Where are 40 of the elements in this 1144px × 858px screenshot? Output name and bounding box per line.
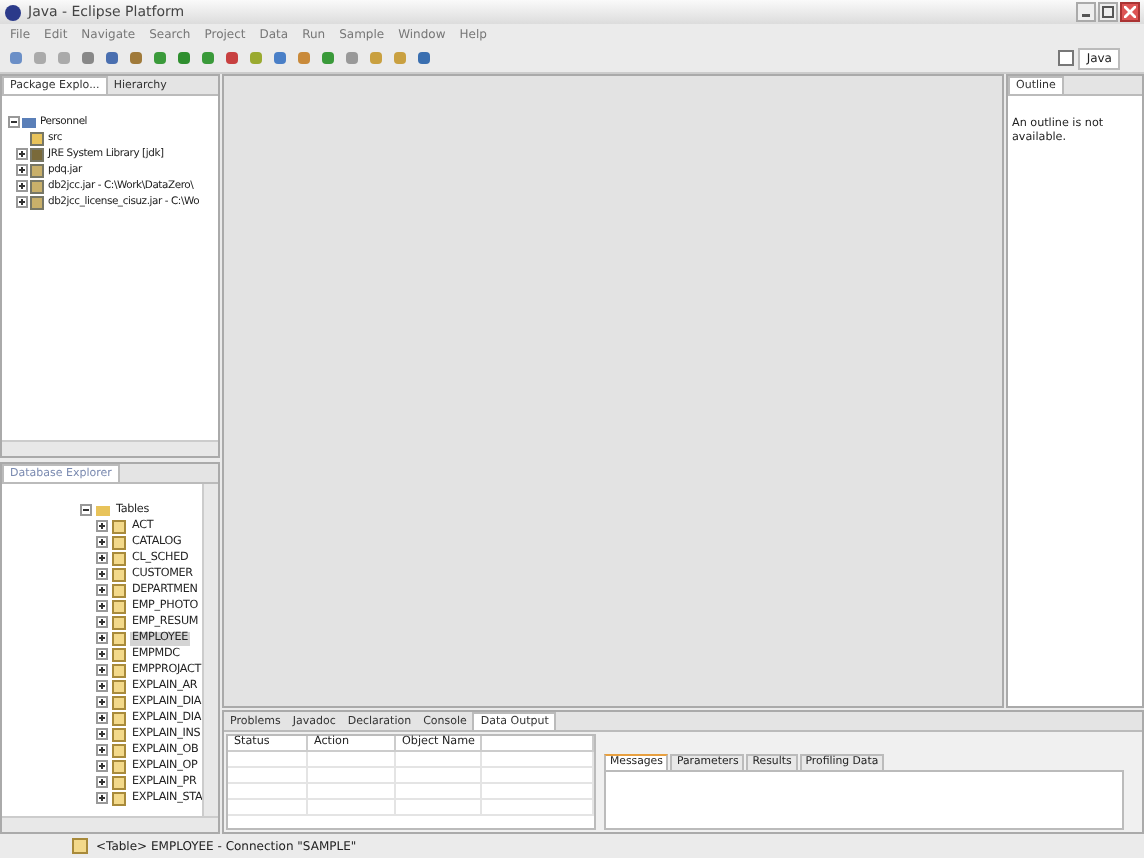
collapse-icon[interactable]: [8, 116, 20, 128]
expand-icon[interactable]: [96, 568, 108, 580]
horizontal-scrollbar[interactable]: [2, 816, 218, 832]
expand-icon[interactable]: [96, 728, 108, 740]
expand-icon[interactable]: [96, 648, 108, 660]
open-perspective-icon[interactable]: [1058, 50, 1075, 66]
expand-icon[interactable]: [96, 776, 108, 788]
minimize-button[interactable]: [1076, 2, 1096, 22]
folder-icon: [96, 503, 110, 517]
expand-icon[interactable]: [16, 180, 28, 192]
expand-icon[interactable]: [96, 696, 108, 708]
expand-icon[interactable]: [16, 164, 28, 176]
expand-icon[interactable]: [16, 196, 28, 208]
close-icon: [1124, 6, 1136, 18]
maximize-button[interactable]: [1098, 2, 1118, 22]
folder-icon: [30, 131, 44, 145]
table-icon: [72, 838, 88, 854]
expand-icon[interactable]: [96, 520, 108, 532]
expand-icon[interactable]: [96, 744, 108, 756]
horizontal-scrollbar[interactable]: [2, 440, 218, 456]
table-header-cell: [482, 736, 594, 752]
expand-icon[interactable]: [96, 616, 108, 628]
expand-icon[interactable]: [96, 536, 108, 548]
expand-icon[interactable]: [16, 148, 28, 160]
expand-icon[interactable]: [96, 664, 108, 676]
expand-icon[interactable]: [96, 600, 108, 612]
collapse-icon[interactable]: [80, 504, 92, 516]
expand-icon[interactable]: [96, 632, 108, 644]
expand-icon[interactable]: [96, 584, 108, 596]
vertical-scrollbar[interactable]: [202, 484, 218, 816]
library-icon: [30, 147, 44, 161]
expand-icon[interactable]: [96, 792, 108, 804]
expand-icon[interactable]: [96, 760, 108, 772]
expand-icon[interactable]: [96, 680, 108, 692]
expand-icon[interactable]: [96, 552, 108, 564]
project-icon: [22, 115, 36, 129]
close-button[interactable]: [1120, 2, 1140, 22]
sphere-icon: [4, 3, 22, 21]
expand-icon[interactable]: [96, 712, 108, 724]
maximize-icon: [1102, 6, 1114, 18]
